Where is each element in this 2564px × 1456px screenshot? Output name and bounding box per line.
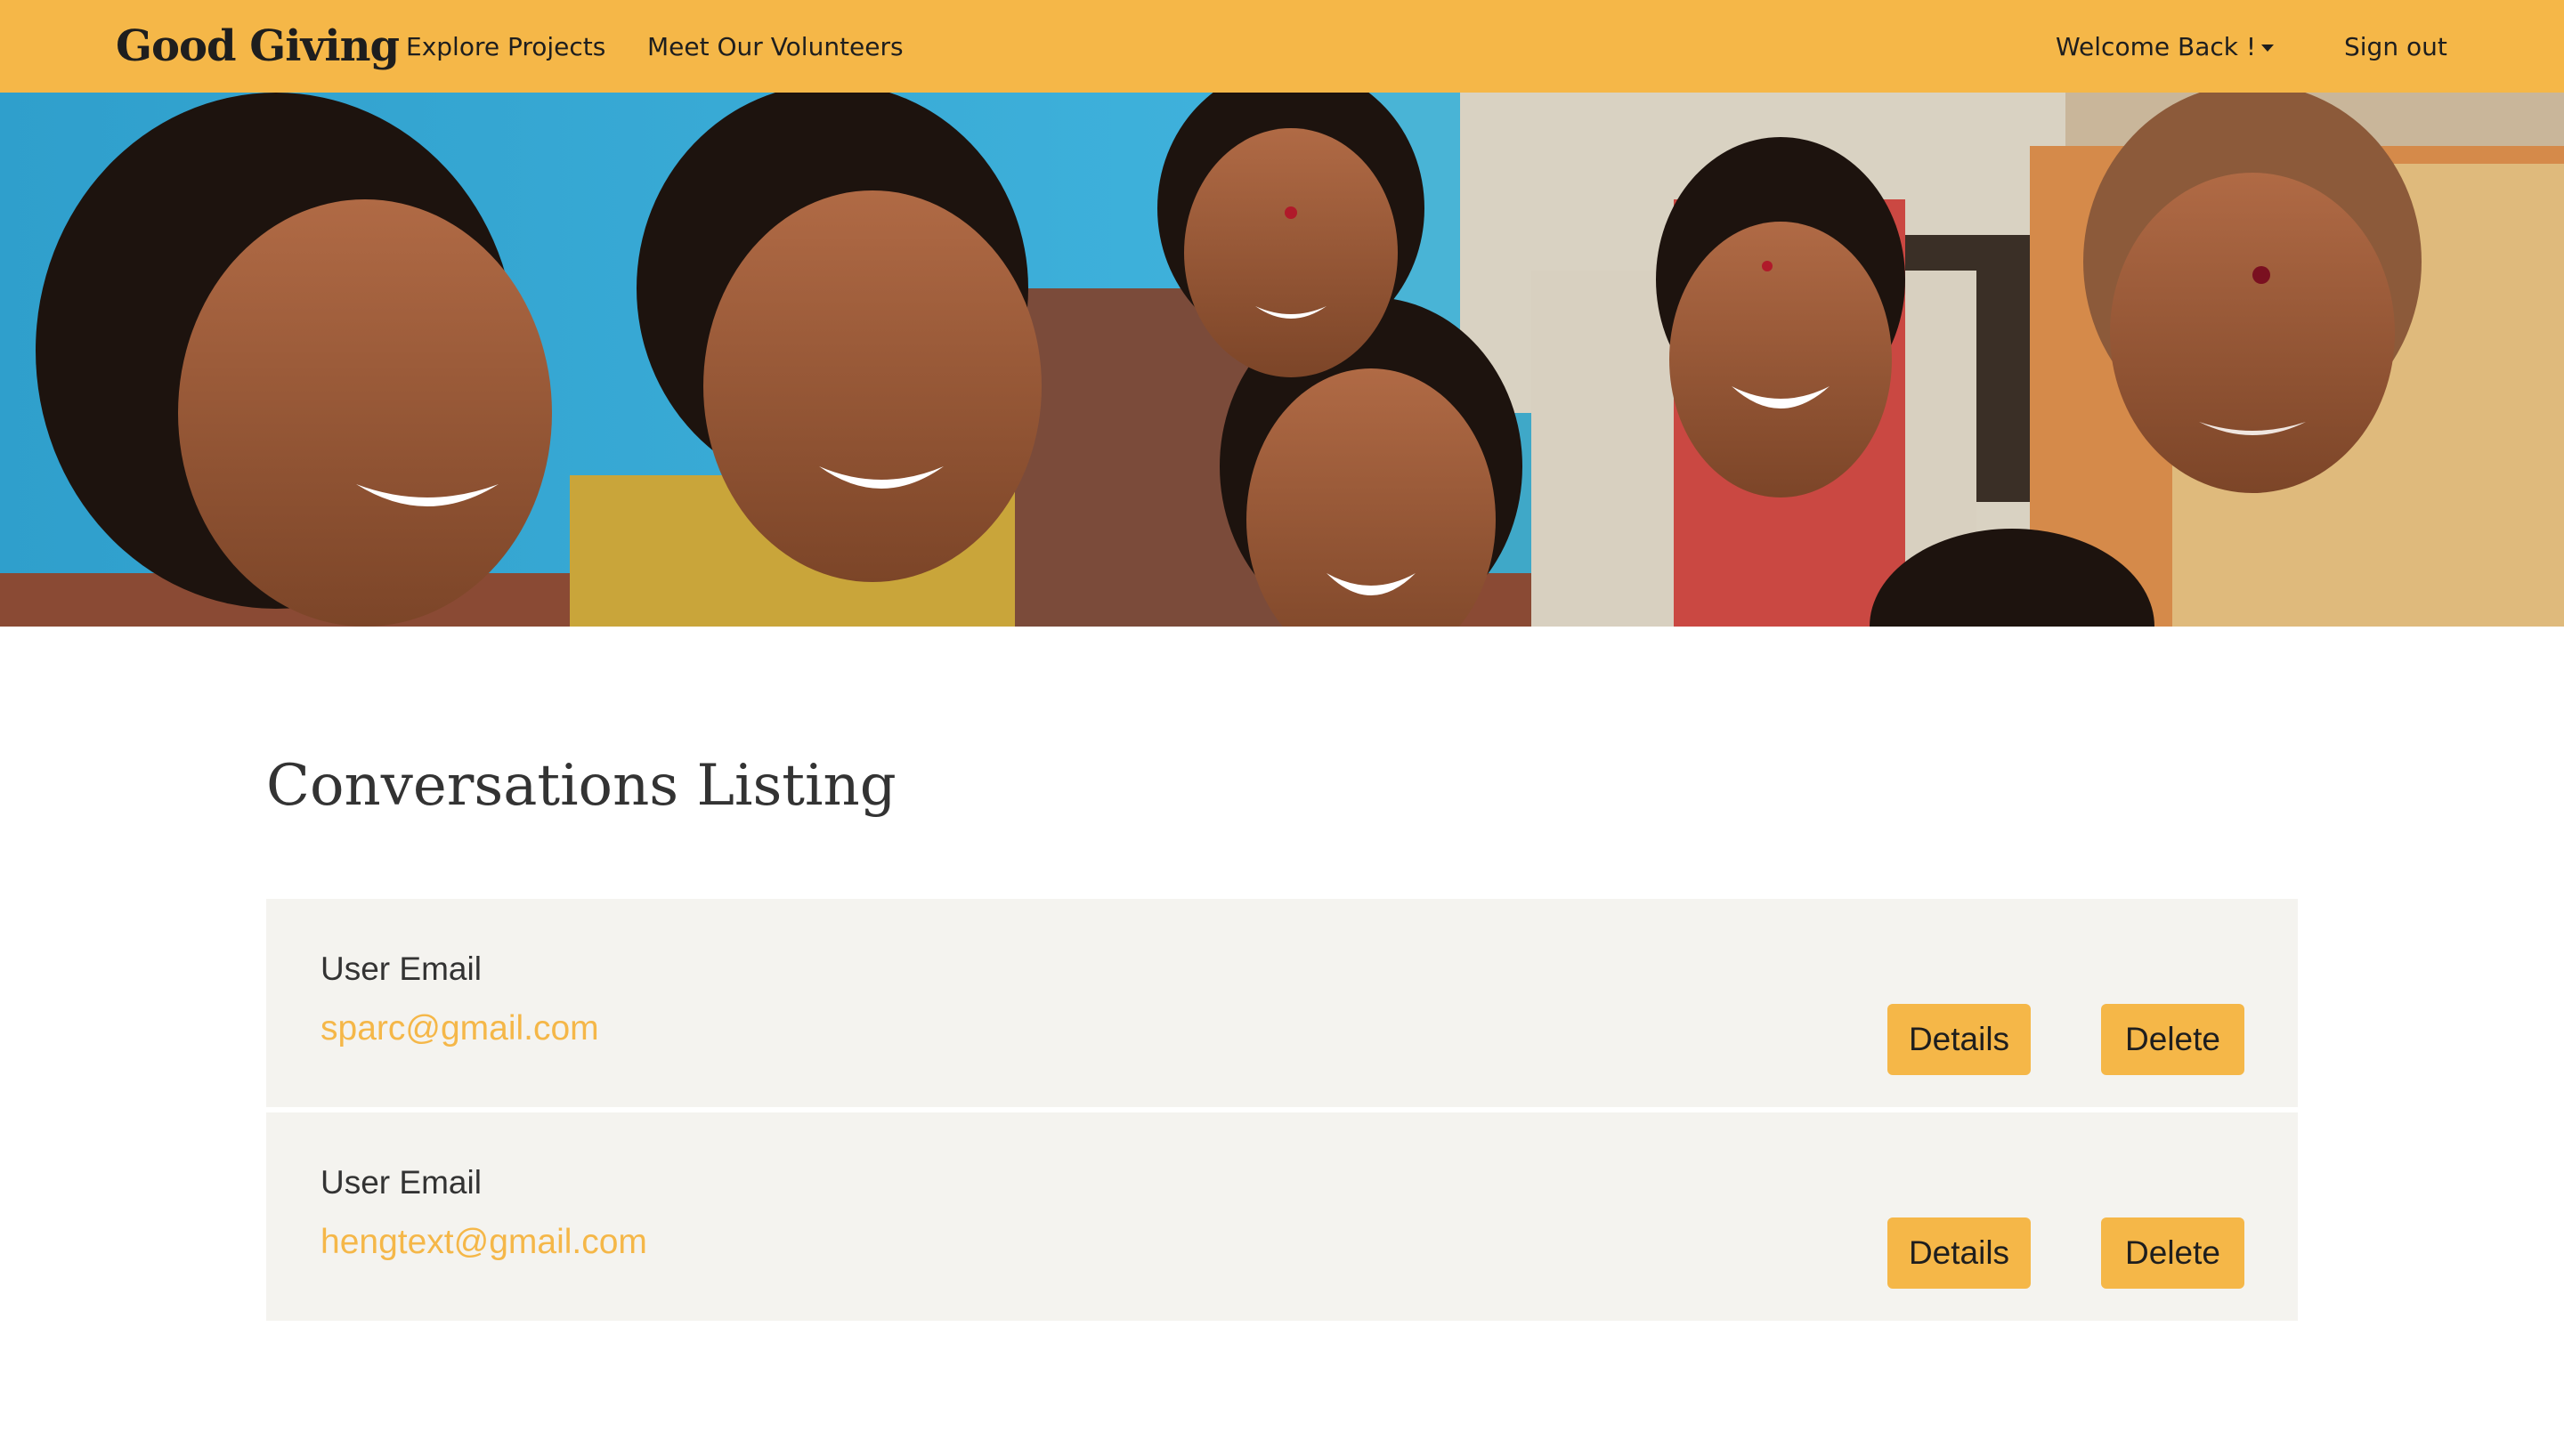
user-email-label: User Email [320, 1164, 482, 1201]
conversation-row: User Email sparc@gmail.com Details Delet… [266, 899, 2298, 1107]
conversation-list: User Email sparc@gmail.com Details Delet… [266, 899, 2298, 1326]
top-navbar: Good Giving Explore Projects Meet Our Vo… [0, 0, 2564, 93]
welcome-dropdown[interactable]: Welcome Back ! [2056, 0, 2275, 93]
brand-logo[interactable]: Good Giving [116, 0, 400, 93]
delete-button[interactable]: Delete [2101, 1217, 2244, 1289]
nav-meet-volunteers[interactable]: Meet Our Volunteers [647, 0, 904, 93]
user-email-label: User Email [320, 950, 482, 987]
conversation-row: User Email hengtext@gmail.com Details De… [266, 1112, 2298, 1321]
welcome-label: Welcome Back ! [2056, 31, 2257, 61]
page-title: Conversations Listing [266, 753, 897, 819]
delete-button[interactable]: Delete [2101, 1004, 2244, 1075]
caret-down-icon [2261, 44, 2275, 52]
user-email-link[interactable]: hengtext@gmail.com [320, 1223, 647, 1262]
nav-explore-projects[interactable]: Explore Projects [406, 0, 605, 93]
user-email-link[interactable]: sparc@gmail.com [320, 1009, 599, 1048]
details-button[interactable]: Details [1887, 1004, 2031, 1075]
hero-image [0, 93, 2564, 627]
sign-out-link[interactable]: Sign out [2344, 0, 2447, 93]
details-button[interactable]: Details [1887, 1217, 2031, 1289]
